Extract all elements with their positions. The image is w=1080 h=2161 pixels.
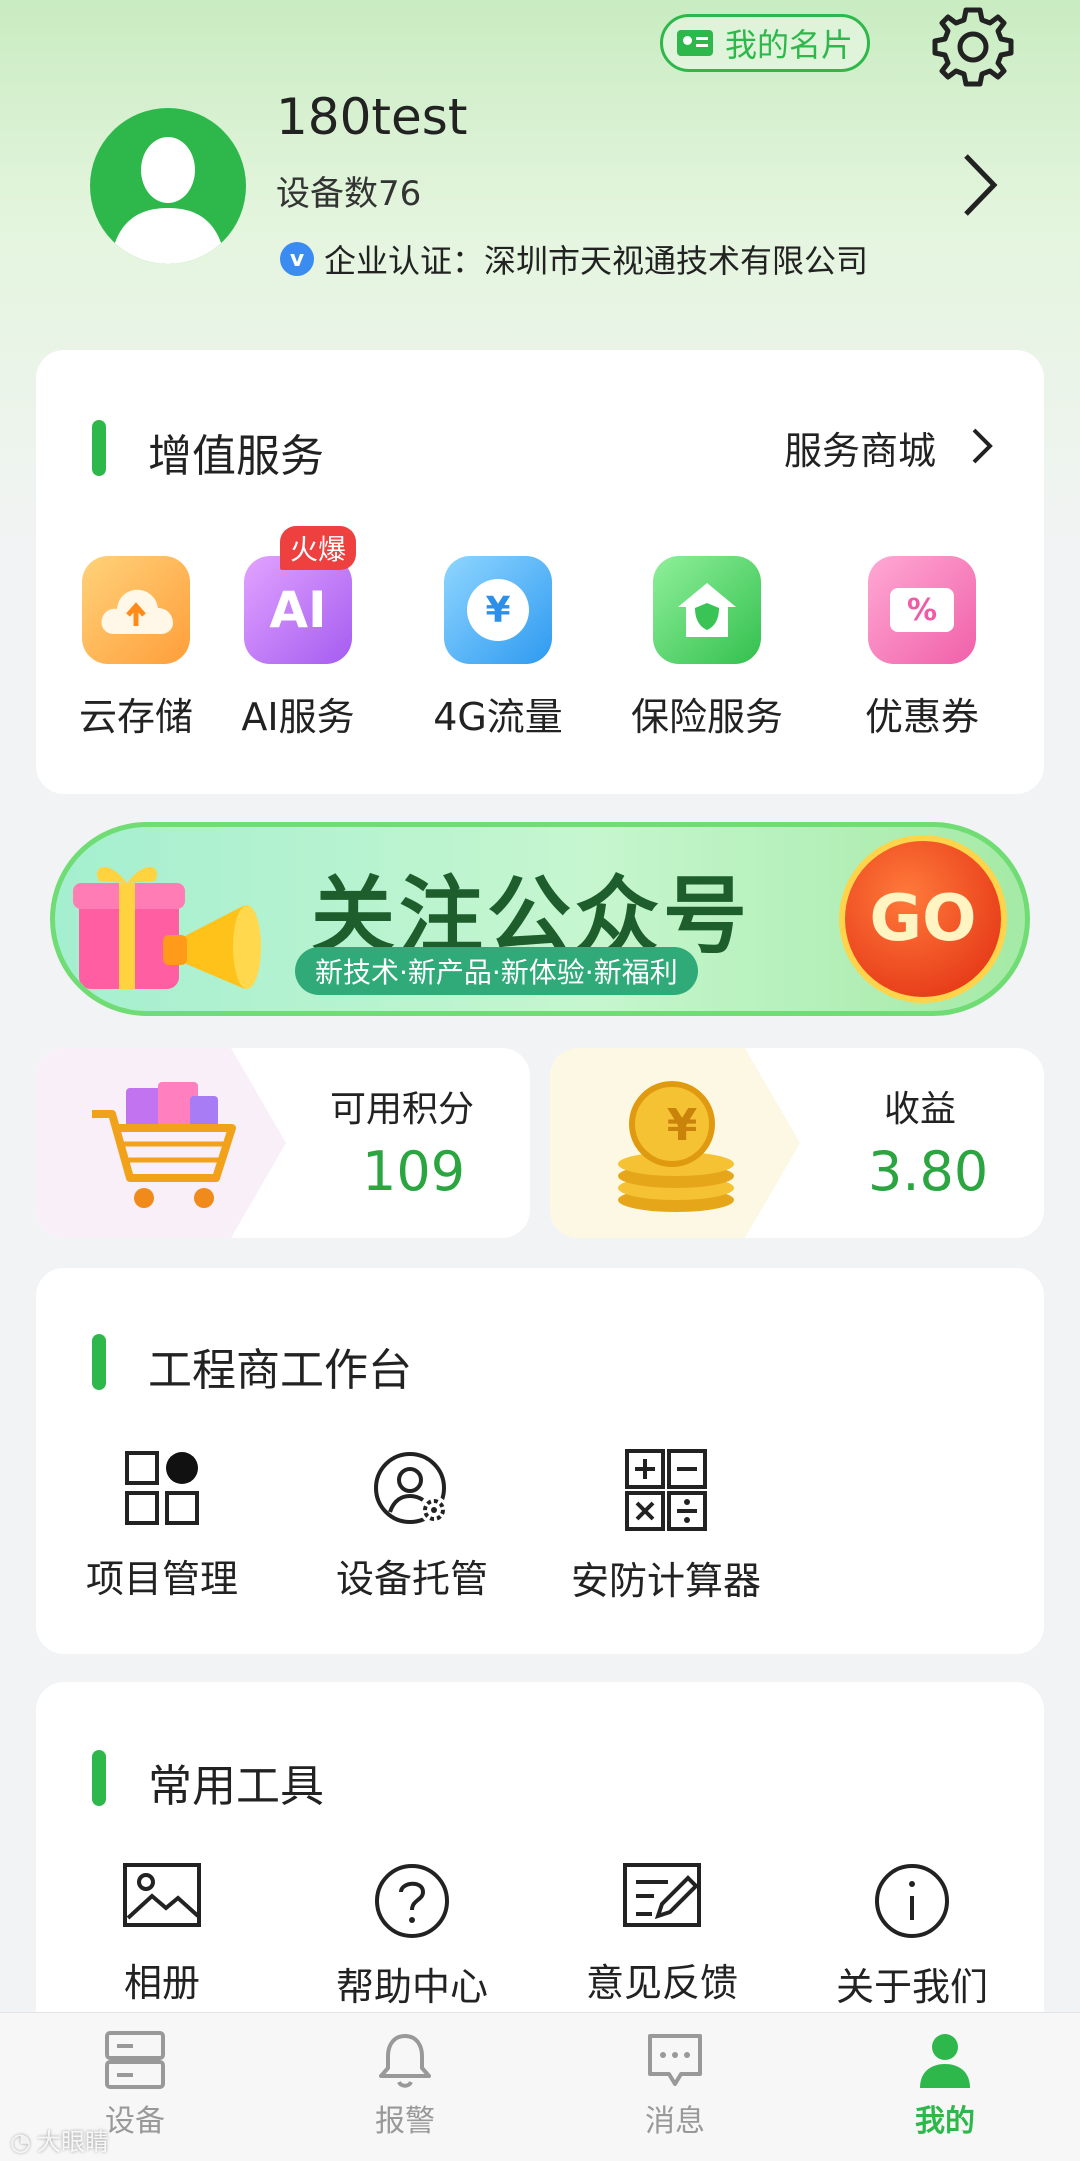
workbench-label: 安防计算器	[570, 1559, 761, 1603]
coupon-icon: %	[868, 556, 976, 664]
ai-icon: AI 火爆	[244, 526, 357, 664]
tab-mine[interactable]: 我的	[810, 2030, 1080, 2140]
device-icon	[0, 2030, 270, 2090]
tab-messages[interactable]: 消息	[540, 2030, 810, 2140]
tool-album[interactable]: 相册	[72, 1862, 252, 2007]
feedback-icon	[572, 1862, 752, 1928]
earnings-value: 3.80	[868, 1140, 989, 1203]
watermark-text: 大眼睛	[36, 2128, 109, 2156]
section-accent-bar	[92, 1334, 106, 1390]
ai-glyph: AI	[269, 581, 327, 639]
hot-badge: 火爆	[280, 526, 357, 570]
tool-help-center[interactable]: 帮助中心	[322, 1862, 502, 2011]
settings-gear-icon[interactable]	[928, 2, 1018, 92]
workbench-title: 工程商工作台	[148, 1345, 412, 1396]
earnings-card[interactable]: ¥ 收益 3.80	[550, 1048, 1044, 1238]
value-services-title: 增值服务	[148, 431, 324, 482]
avatar[interactable]	[90, 108, 246, 264]
service-ai[interactable]: AI 火爆 AI服务	[218, 526, 378, 741]
bell-icon	[270, 2030, 540, 2090]
banner-go-button[interactable]: GO	[839, 835, 1007, 1003]
profile-chevron-right-icon[interactable]	[960, 150, 1000, 220]
project-grid-icon	[72, 1448, 252, 1528]
business-card-label: 我的名片	[724, 26, 853, 64]
service-label: AI服务	[241, 695, 355, 739]
shield-house-icon	[653, 556, 761, 664]
points-card[interactable]: 可用积分 109	[36, 1048, 530, 1238]
verified-badge-icon: v	[280, 242, 314, 276]
tool-label: 意见反馈	[585, 1961, 738, 2005]
watermark: ◔ 大眼睛	[10, 2122, 109, 2157]
coin-yen-glyph: ¥	[666, 1100, 698, 1151]
image-icon	[72, 1862, 252, 1928]
workbench-project-management[interactable]: 项目管理	[72, 1448, 252, 1603]
earnings-label: 收益	[884, 1089, 957, 1130]
device-count: 设备数76	[276, 174, 422, 214]
service-mall-link[interactable]: 服务商城	[784, 420, 994, 475]
tool-label: 相册	[123, 1961, 200, 2005]
user-icon	[810, 2030, 1080, 2090]
percent-glyph: %	[890, 588, 954, 632]
tool-about-us[interactable]: 关于我们	[822, 1862, 1002, 2011]
go-label: GO	[869, 882, 977, 956]
service-mall-label: 服务商城	[783, 429, 936, 473]
service-4g-data[interactable]: ¥ 4G流量	[418, 556, 578, 741]
service-label: 云存储	[78, 695, 193, 739]
certification-row: v 企业认证：深圳市天视通技术有限公司	[280, 236, 868, 282]
tab-label: 我的	[915, 2104, 975, 2139]
section-accent-bar	[92, 420, 106, 476]
tool-feedback[interactable]: 意见反馈	[572, 1862, 752, 2007]
workbench-device-hosting[interactable]: 设备托管	[322, 1448, 502, 1603]
workbench-label: 设备托管	[335, 1557, 488, 1601]
message-icon	[540, 2030, 810, 2090]
shopping-cart-icon	[92, 1082, 236, 1208]
yen-coin-icon: ¥	[444, 556, 552, 664]
calculator-icon	[556, 1448, 776, 1532]
banner-subtitle: 新技术·新产品·新体验·新福利	[295, 947, 698, 995]
certification-text: 企业认证：深圳市天视通技术有限公司	[324, 242, 869, 280]
section-accent-bar	[92, 1750, 106, 1806]
username: 180test	[276, 88, 468, 146]
workbench-label: 项目管理	[85, 1557, 238, 1601]
service-insurance[interactable]: 保险服务	[612, 556, 802, 741]
cloud-upload-icon	[82, 556, 190, 664]
tab-label: 消息	[645, 2104, 705, 2139]
service-cloud-storage[interactable]: 云存储	[56, 556, 216, 741]
gift-megaphone-illustration	[73, 866, 261, 989]
info-icon	[822, 1862, 1002, 1940]
workbench-card: 工程商工作台 项目管理 设备托管 安防计算器	[36, 1268, 1044, 1654]
workbench-security-calculator[interactable]: 安防计算器	[556, 1448, 776, 1605]
chevron-right-icon	[970, 426, 994, 470]
tools-title: 常用工具	[148, 1761, 324, 1812]
service-label: 优惠券	[864, 695, 979, 739]
tab-alarm[interactable]: 报警	[270, 2030, 540, 2140]
user-gear-icon	[322, 1448, 502, 1528]
watermark-logo-icon: ◔	[10, 2128, 31, 2156]
yen-glyph: ¥	[467, 579, 529, 641]
id-card-icon	[676, 30, 713, 56]
tool-label: 帮助中心	[335, 1965, 488, 2009]
tab-label: 报警	[375, 2104, 435, 2139]
service-coupon[interactable]: % 优惠券	[842, 556, 1002, 741]
service-label: 4G流量	[433, 695, 563, 739]
points-value: 109	[362, 1140, 466, 1203]
service-label: 保险服务	[630, 695, 783, 739]
points-label: 可用积分	[330, 1089, 475, 1130]
business-card-button[interactable]: 我的名片	[660, 14, 870, 72]
tool-label: 关于我们	[835, 1965, 988, 2009]
help-icon	[322, 1862, 502, 1940]
follow-official-account-banner[interactable]: 关注公众号 新技术·新产品·新体验·新福利 GO	[50, 822, 1030, 1016]
value-services-card: 增值服务 服务商城 云存储 AI 火爆 AI服务 ¥ 4G流量 保险服务 % 优…	[36, 350, 1044, 794]
